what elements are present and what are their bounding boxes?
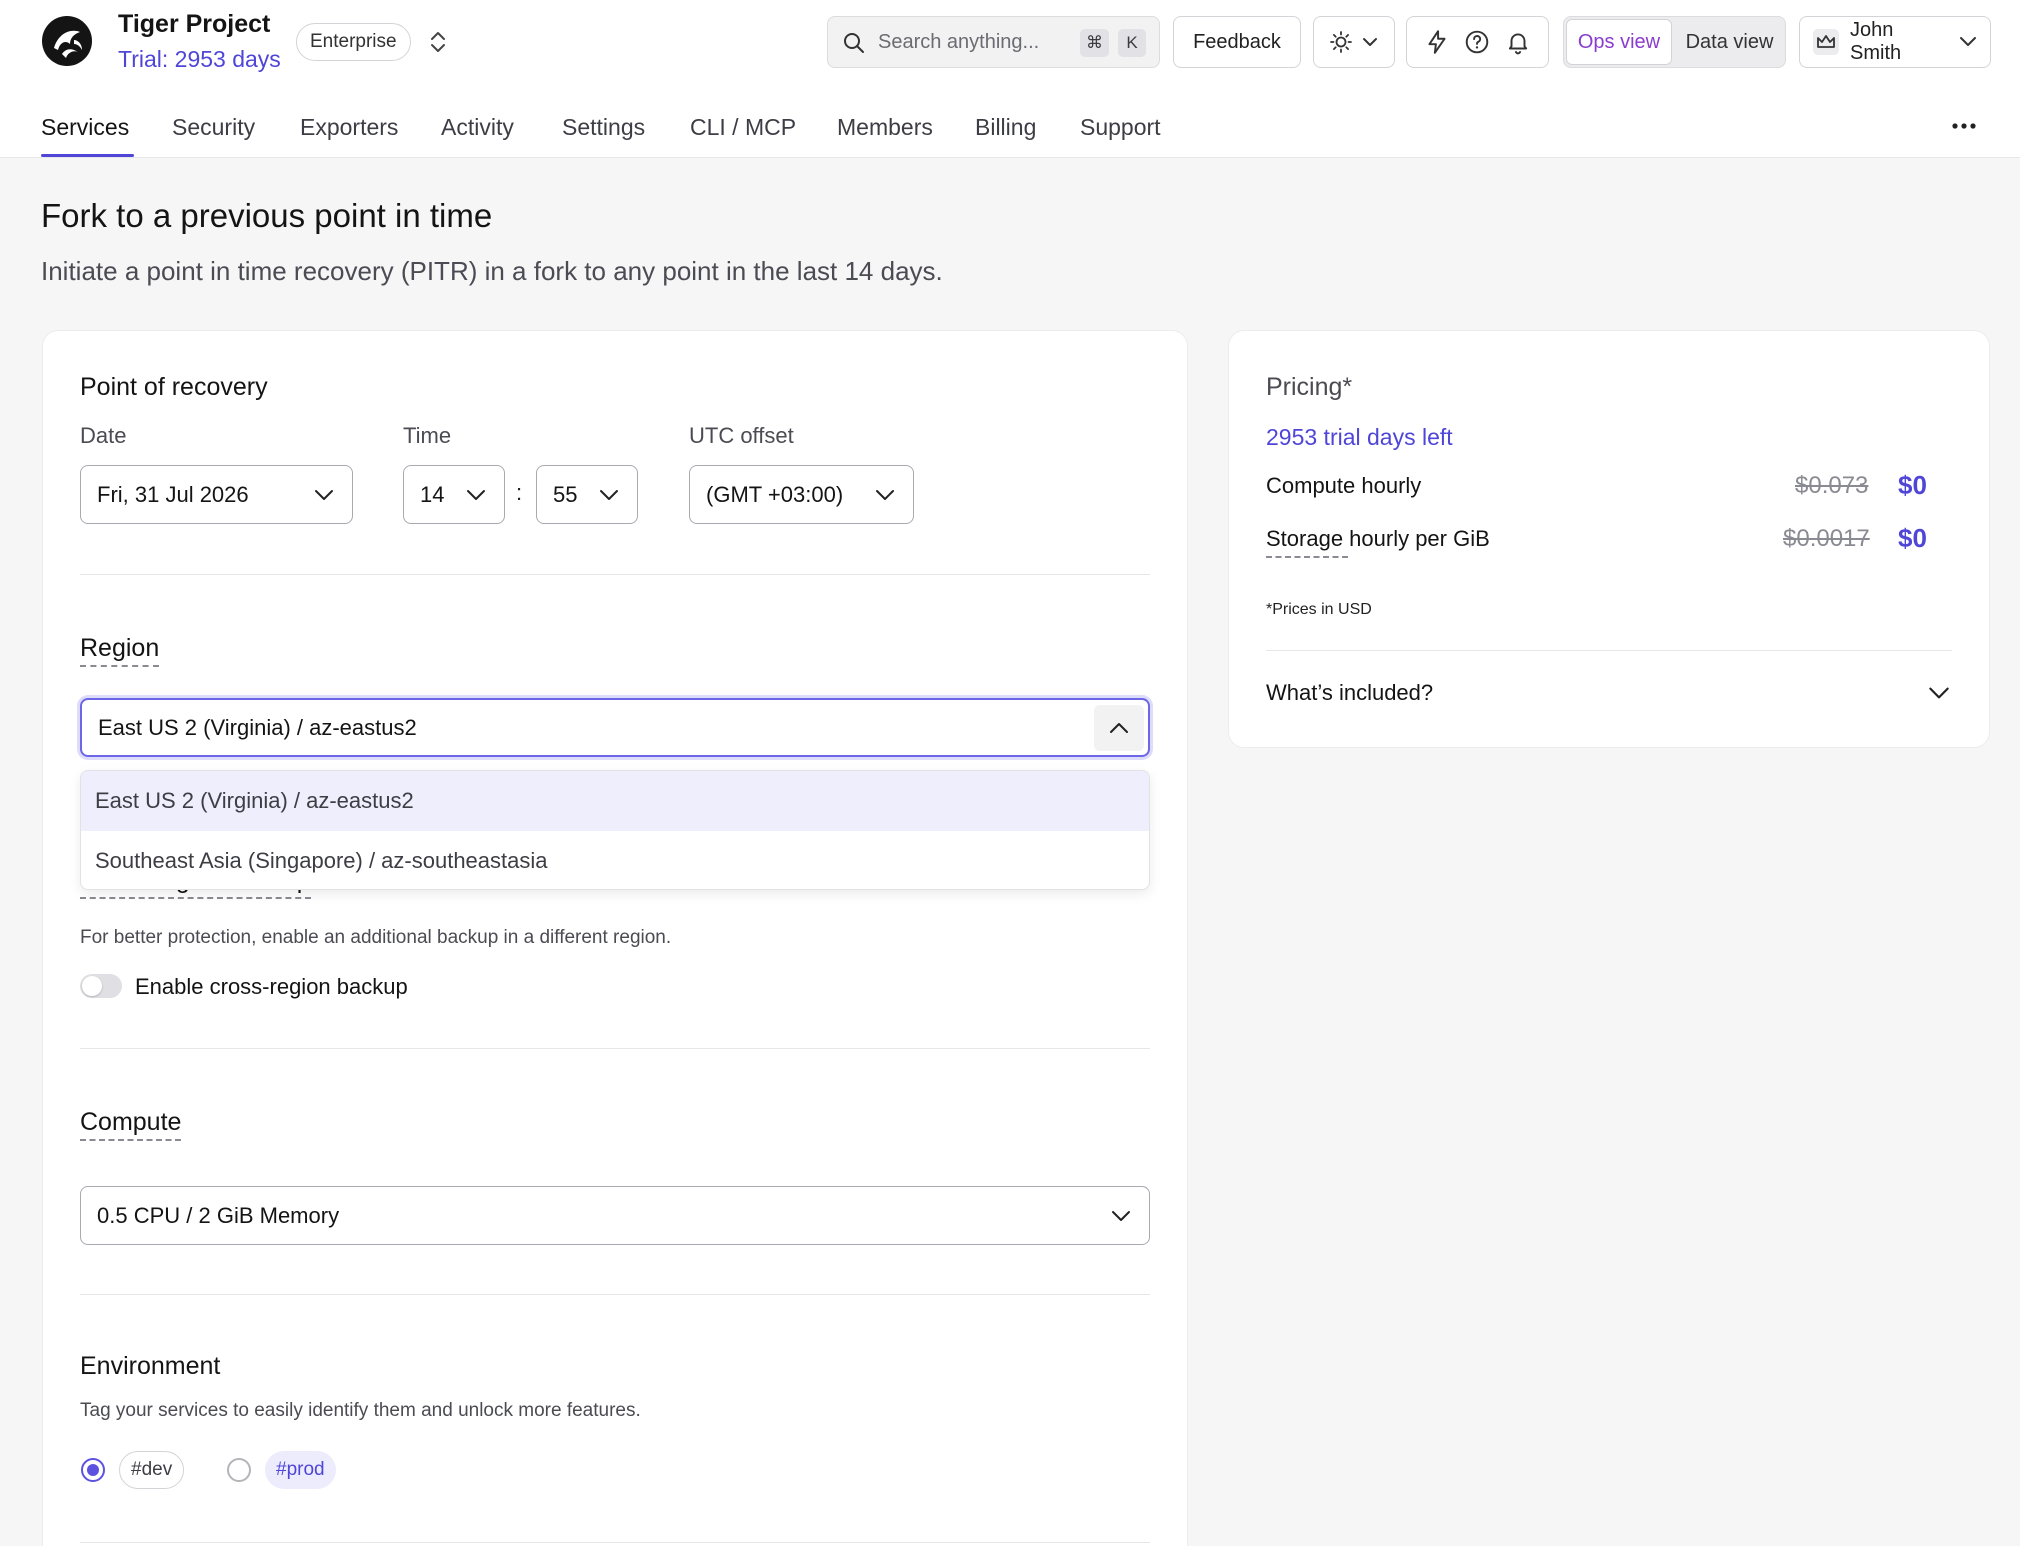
active-tab-indicator (41, 154, 134, 157)
tab-settings[interactable]: Settings (562, 114, 645, 141)
region-title[interactable]: Region (80, 634, 160, 667)
whats-included-label: What’s included? (1266, 680, 1434, 705)
environment-title: Environment (80, 1352, 221, 1380)
chevron-down-icon (1958, 32, 1978, 52)
date-select[interactable]: Fri, 31 Jul 2026 (80, 465, 353, 524)
help-icon[interactable] (1464, 29, 1490, 55)
search-bar[interactable]: Search anything... ⌘ K (827, 16, 1160, 68)
crown-icon (1812, 28, 1840, 56)
trial-days[interactable]: Trial: 2953 days (118, 46, 281, 73)
toggle-knob (82, 976, 102, 996)
hour-select[interactable]: 14 (403, 465, 505, 524)
compute-price-new: $0 (1898, 470, 1927, 500)
data-view-button[interactable]: Data view (1674, 19, 1785, 65)
kbd-k: K (1118, 29, 1146, 57)
tab-activity[interactable]: Activity (441, 114, 514, 141)
user-name: John Smith (1850, 19, 1902, 64)
chevron-down-icon (1109, 1204, 1133, 1228)
time-separator: : (516, 480, 523, 505)
region-option[interactable]: East US 2 (Virginia) / az-eastus2 (81, 771, 1149, 831)
utc-label: UTC offset (689, 423, 794, 448)
page-title: Fork to a previous point in time (41, 197, 493, 234)
tab-services[interactable]: Services (41, 114, 129, 141)
quick-actions-group (1406, 16, 1549, 68)
chevron-down-icon (873, 483, 897, 507)
kbd-cmd: ⌘ (1080, 29, 1109, 57)
divider (80, 1542, 1150, 1543)
storage-price-old: $0.0017 (1783, 525, 1870, 552)
top-header: Tiger Project Trial: 2953 days Enterpris… (0, 0, 2020, 158)
storage-label-underline (1266, 556, 1348, 558)
chevron-down-icon (1361, 33, 1379, 51)
backup-description: For better protection, enable an additio… (80, 927, 672, 948)
recovery-title: Point of recovery (80, 373, 268, 401)
lightning-icon[interactable] (1424, 29, 1450, 55)
whats-included-toggle[interactable]: What’s included? (1266, 672, 1952, 714)
storage-price-label: Storage hourly per GiB (1266, 526, 1490, 552)
tab-members[interactable]: Members (837, 114, 933, 141)
tab-billing[interactable]: Billing (975, 114, 1036, 141)
divider (80, 574, 1150, 575)
chevron-down-icon (1926, 680, 1952, 706)
region-select[interactable]: East US 2 (Virginia) / az-eastus2 (80, 698, 1150, 757)
env-radio-prod[interactable] (227, 1458, 251, 1482)
feedback-button[interactable]: Feedback (1173, 16, 1301, 68)
time-label: Time (403, 423, 452, 448)
chevron-up-icon[interactable] (1094, 704, 1144, 751)
bell-icon[interactable] (1505, 29, 1531, 55)
tab-cli-mcp[interactable]: CLI / MCP (690, 114, 796, 141)
more-options-icon[interactable] (1950, 112, 1978, 140)
sun-icon (1329, 30, 1353, 54)
minute-value: 55 (553, 481, 578, 507)
trial-days-left: 2953 trial days left (1266, 424, 1453, 450)
backup-toggle-label[interactable]: Enable cross-region backup (135, 974, 408, 1000)
tab-exporters[interactable]: Exporters (300, 114, 398, 141)
backup-toggle[interactable] (80, 974, 122, 998)
region-dropdown: East US 2 (Virginia) / az-eastus2 Southe… (80, 770, 1150, 890)
divider (80, 1294, 1150, 1295)
search-placeholder[interactable]: Search anything... (878, 31, 1039, 54)
utc-value: (GMT +03:00) (706, 481, 844, 507)
compute-value: 0.5 CPU / 2 GiB Memory (97, 1202, 340, 1228)
tiger-logo-icon[interactable] (40, 14, 94, 68)
env-chip-dev[interactable]: #dev (119, 1451, 185, 1489)
compute-price-old: $0.073 (1795, 472, 1869, 499)
divider (80, 1048, 1150, 1049)
region-value: East US 2 (Virginia) / az-eastus2 (98, 714, 417, 740)
tab-security[interactable]: Security (172, 114, 255, 141)
project-name[interactable]: Tiger Project (118, 10, 270, 39)
minute-select[interactable]: 55 (536, 465, 638, 524)
utc-offset-select[interactable]: (GMT +03:00) (689, 465, 914, 524)
tab-support[interactable]: Support (1080, 114, 1161, 141)
storage-price-new: $0 (1898, 523, 1927, 553)
plan-badge: Enterprise (296, 23, 411, 61)
chevron-down-icon (597, 483, 621, 507)
chevron-down-icon (464, 483, 488, 507)
page-subtitle: Initiate a point in time recovery (PITR)… (41, 256, 943, 286)
compute-select[interactable]: 0.5 CPU / 2 GiB Memory (80, 1186, 1150, 1245)
environment-description: Tag your services to easily identify the… (80, 1400, 641, 1421)
pricing-note: *Prices in USD (1266, 601, 1372, 618)
chevron-down-icon (312, 483, 336, 507)
date-value: Fri, 31 Jul 2026 (97, 481, 249, 507)
compute-title[interactable]: Compute (80, 1108, 182, 1141)
ops-view-button[interactable]: Ops view (1566, 19, 1672, 65)
date-label: Date (80, 423, 127, 448)
project-switch-icon[interactable] (426, 28, 450, 56)
storage-price-label-text: Storage hourly per GiB (1266, 526, 1490, 551)
pricing-title: Pricing* (1266, 373, 1353, 401)
env-radio-dev[interactable] (81, 1458, 105, 1482)
view-toggle: Ops view Data view (1563, 16, 1786, 68)
env-chip-prod[interactable]: #prod (265, 1451, 336, 1489)
region-option[interactable]: Southeast Asia (Singapore) / az-southeas… (81, 831, 1149, 889)
theme-button[interactable] (1313, 16, 1395, 68)
search-icon (842, 31, 866, 55)
divider (1266, 650, 1952, 651)
user-menu-button[interactable]: John Smith (1799, 16, 1991, 68)
hour-value: 14 (420, 481, 445, 507)
compute-price-label: Compute hourly (1266, 473, 1422, 498)
